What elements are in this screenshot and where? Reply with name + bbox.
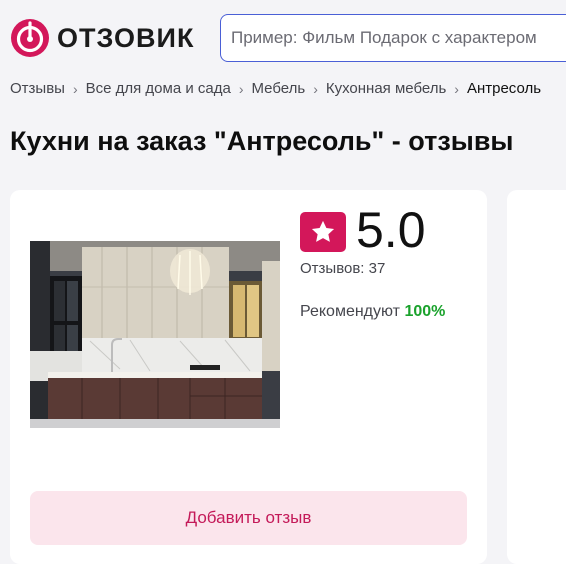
breadcrumb-item-home-garden[interactable]: Все для дома и сада bbox=[86, 80, 231, 97]
logo-text: ОТЗОВИК bbox=[57, 22, 195, 53]
kitchen-photo-icon bbox=[30, 241, 280, 428]
recommend-stat: Рекомендуют 100% bbox=[300, 303, 445, 321]
breadcrumb: Отзывы › Все для дома и сада › Мебель › … bbox=[10, 80, 541, 97]
chevron-right-icon: › bbox=[454, 80, 459, 97]
rating-badge bbox=[300, 212, 346, 252]
star-icon bbox=[311, 220, 335, 242]
recommend-label: Рекомендуют bbox=[300, 303, 400, 320]
page-title: Кухни на заказ "Антресоль" - отзывы bbox=[10, 126, 514, 156]
product-image[interactable] bbox=[30, 241, 280, 428]
add-review-button[interactable]: Добавить отзыв bbox=[30, 491, 467, 545]
rating-value: 5.0 bbox=[356, 202, 426, 258]
search-input[interactable] bbox=[220, 14, 566, 62]
product-card: 5.0 Отзывов: 37 Рекомендуют 100% Добавит… bbox=[10, 190, 487, 564]
logo-icon bbox=[11, 19, 49, 57]
recommend-percent: 100% bbox=[404, 303, 446, 320]
chevron-right-icon: › bbox=[313, 80, 318, 97]
chevron-right-icon: › bbox=[238, 80, 244, 97]
chevron-right-icon: › bbox=[72, 80, 78, 97]
site-header: ОТЗОВИК bbox=[0, 0, 566, 74]
breadcrumb-item-kitchen-furniture[interactable]: Кухонная мебель bbox=[326, 80, 446, 97]
breadcrumb-item-reviews[interactable]: Отзывы bbox=[10, 80, 65, 97]
side-card bbox=[507, 190, 566, 564]
breadcrumb-item-current: Антресоль bbox=[466, 80, 542, 97]
site-logo[interactable]: ОТЗОВИК bbox=[10, 18, 194, 58]
breadcrumb-item-furniture[interactable]: Мебель bbox=[252, 80, 306, 97]
reviews-count[interactable]: Отзывов: 37 bbox=[300, 260, 385, 277]
